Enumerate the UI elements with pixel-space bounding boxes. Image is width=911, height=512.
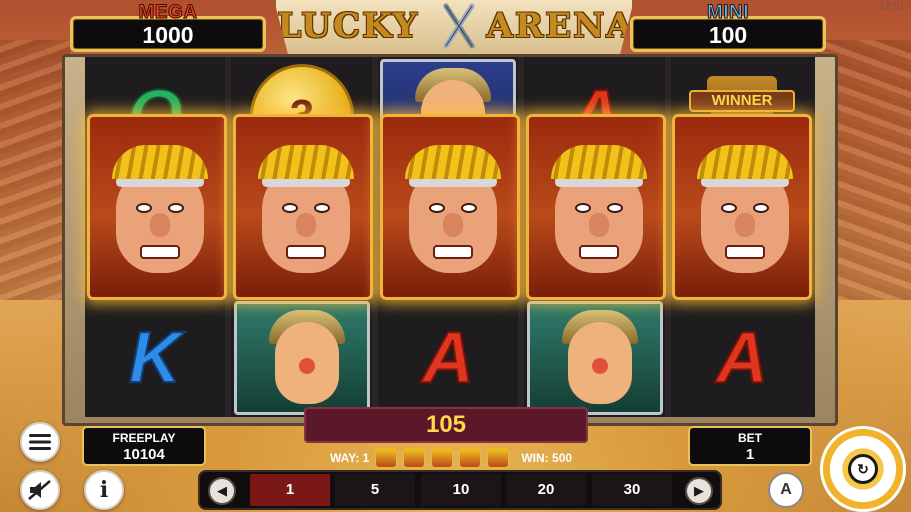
freeplay-counter: FREEPLAY 10104 (82, 426, 206, 466)
mega-jackpot: MEGA 1000 (70, 2, 266, 52)
bet-option-1[interactable]: 1 (250, 474, 330, 506)
bet-next-button[interactable]: ▶ (685, 477, 713, 505)
mini-caesar-icon (487, 448, 510, 468)
bet-option-10[interactable]: 10 (421, 474, 501, 506)
caesar-wild-symbol (672, 114, 812, 300)
arena-stands-left (0, 40, 70, 300)
mini-caesar-icon (459, 448, 482, 468)
caesar-wild-symbol (380, 114, 520, 300)
autoplay-icon: A (780, 481, 792, 498)
caesar-wild-symbol (526, 114, 666, 300)
freeplay-value: 10104 (123, 446, 165, 463)
logo-word-lucky: LUCKY (277, 6, 419, 46)
win-line-info: WAY: 1 WIN: 500 (330, 447, 590, 469)
bet-prev-button[interactable]: ◀ (208, 477, 236, 505)
symbol-k: K (128, 317, 182, 399)
spin-icon: ↻ (848, 454, 878, 484)
menu-button[interactable] (20, 422, 60, 462)
reel-4-bottom (525, 299, 665, 417)
bet-option-20[interactable]: 20 (506, 474, 586, 506)
clock: 17:01 (879, 2, 905, 12)
reel-2-bottom (232, 299, 372, 417)
crossed-swords-icon (443, 3, 475, 49)
autoplay-button[interactable]: A (768, 472, 804, 508)
symbol-a: A (421, 317, 475, 399)
mini-caesar-icon (403, 448, 426, 468)
mega-jackpot-label: MEGA (138, 2, 198, 23)
reel-5-bottom: A (672, 299, 812, 417)
reel-3-bottom: A (378, 299, 518, 417)
info-icon: i (99, 477, 109, 503)
gladiator-green-symbol (234, 301, 370, 415)
caesar-wild-symbol (87, 114, 227, 300)
trophy-label: WINNER (689, 90, 795, 112)
bet-label: BET (738, 431, 762, 445)
sound-toggle-button[interactable] (20, 470, 60, 510)
chevron-left-icon: ◀ (217, 483, 227, 499)
chevron-right-icon: ▶ (694, 483, 704, 499)
win-amount: 105 (304, 407, 588, 443)
info-button[interactable]: i (84, 470, 124, 510)
sound-off-icon (28, 480, 51, 500)
spin-button[interactable]: ↻ (820, 426, 906, 512)
bet-option-30[interactable]: 30 (592, 474, 672, 506)
way-label: WAY: 1 (330, 451, 370, 465)
mini-caesar-icon (431, 448, 454, 468)
win-label: WIN: 500 (521, 451, 573, 465)
caesar-wild-symbol (233, 114, 373, 300)
menu-icon (29, 434, 51, 450)
bet-option-5[interactable]: 5 (335, 474, 415, 506)
bet-value: 1 (745, 446, 755, 463)
bet-counter: BET 1 (688, 426, 812, 466)
mini-jackpot: MINI 100 (630, 2, 826, 52)
mini-jackpot-label: MINI (706, 2, 750, 23)
mini-caesar-icon (375, 448, 398, 468)
gladiator-green-symbol (527, 301, 663, 415)
reel-1-bottom: K (85, 299, 225, 417)
logo-word-arena: ARENA (486, 6, 635, 46)
game-logo: LUCKY ARENA (274, 0, 634, 56)
freeplay-label: FREEPLAY (112, 431, 176, 445)
symbol-a: A (715, 317, 769, 399)
